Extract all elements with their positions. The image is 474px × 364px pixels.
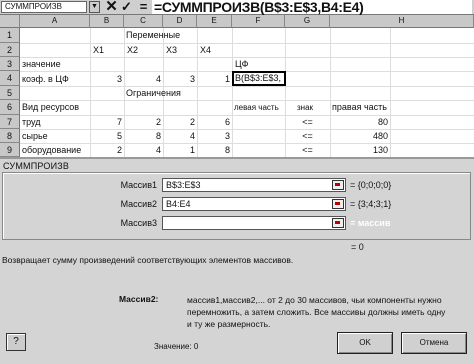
cell-b8[interactable]: 5 (90, 130, 122, 143)
ok-button[interactable]: OK (337, 332, 393, 354)
cell-d7[interactable]: 2 (163, 116, 195, 129)
array2-input[interactable]: B4:E4 (162, 197, 346, 211)
array3-input[interactable] (162, 216, 346, 230)
array2-value: B4:E4 (166, 199, 191, 209)
array1-label: Массив1 (120, 180, 157, 190)
cell-a8[interactable]: сырье (22, 130, 48, 143)
row-header-4[interactable]: 4 (0, 71, 20, 86)
row-header-1[interactable]: 1 (0, 28, 20, 43)
row-header-3[interactable]: 3 (0, 57, 20, 71)
arguments-group: Массив1 B$3:E$3 = {0;0;0;0} Массив2 B4:E… (2, 172, 471, 240)
cell-g8[interactable]: <= (285, 130, 330, 143)
edit-formula-button[interactable]: = (136, 0, 151, 14)
gridline (20, 115, 474, 116)
row-header-6[interactable]: 6 (0, 100, 20, 115)
cell-a3[interactable]: значение (22, 58, 61, 71)
array3-label: Массив3 (120, 218, 157, 228)
cell-e2[interactable]: X4 (200, 44, 211, 57)
col-header-g[interactable]: G (285, 15, 330, 28)
cell-c4[interactable]: 4 (124, 73, 161, 86)
cancel-formula-button[interactable]: ✕ (104, 0, 119, 14)
cell-d4[interactable]: 3 (163, 73, 195, 86)
gridline (390, 28, 391, 157)
name-box[interactable]: СУММПРОИЗВ (1, 1, 87, 13)
col-header-c[interactable]: C (124, 15, 163, 28)
formula-input[interactable]: =СУММПРОИЗВ(B$3:E$3,B4:E4) (152, 0, 472, 14)
cell-c1[interactable]: Переменные (126, 29, 180, 42)
cell-b7[interactable]: 7 (90, 116, 122, 129)
cell-c8[interactable]: 8 (124, 130, 161, 143)
cell-a7[interactable]: труд (22, 116, 40, 129)
cell-h6[interactable]: правая часть (332, 101, 387, 114)
array3-result: = массив (350, 218, 391, 228)
cell-h9[interactable]: 130 (330, 144, 388, 157)
gridline (20, 43, 474, 44)
cell-a9[interactable]: оборудование (22, 144, 81, 157)
collapse-dialog-icon[interactable] (332, 180, 344, 190)
cell-h8[interactable]: 480 (330, 130, 388, 143)
cell-a6[interactable]: Вид ресурсов (22, 101, 79, 114)
collapse-dialog-icon[interactable] (332, 199, 344, 209)
row-header-7[interactable]: 7 (0, 115, 20, 129)
col-header-f[interactable]: F (232, 15, 285, 28)
active-cell-f4[interactable]: В(В$3:Е$3, (232, 71, 286, 86)
formula-result: = 0 (351, 242, 364, 252)
array1-value: B$3:E$3 (166, 180, 201, 190)
array2-result: = {3;4;3;1} (350, 199, 392, 209)
cell-a4[interactable]: коэф. в ЦФ (22, 73, 69, 86)
row-header-2[interactable]: 2 (0, 43, 20, 57)
array1-input[interactable]: B$3:E$3 (162, 178, 346, 192)
cancel-button[interactable]: Отмена (401, 332, 467, 354)
cell-b2[interactable]: X1 (93, 44, 104, 57)
gridline (20, 143, 474, 144)
dialog-title: СУММПРОИЗВ (3, 161, 70, 171)
cell-h7[interactable]: 80 (330, 116, 388, 129)
argument-description: массив1,массив2,... от 2 до 30 массивов,… (187, 295, 446, 329)
cell-d2[interactable]: X3 (166, 44, 177, 57)
cell-b4[interactable]: 3 (90, 73, 122, 86)
cell-e9[interactable]: 8 (197, 144, 230, 157)
row-header-8[interactable]: 8 (0, 129, 20, 143)
cell-c5[interactable]: Ограничения (126, 87, 181, 100)
col-header-b[interactable]: B (90, 15, 124, 28)
cell-c2[interactable]: X2 (127, 44, 138, 57)
row-header-5[interactable]: 5 (0, 86, 20, 100)
help-icon: ? (13, 336, 19, 347)
col-header-a[interactable]: A (20, 15, 90, 28)
cell-f6[interactable]: левая часть (234, 101, 279, 114)
value-label: Значение: 0 (154, 342, 199, 351)
cell-g7[interactable]: <= (285, 116, 330, 129)
cell-f3[interactable]: ЦФ (235, 58, 249, 71)
cell-e7[interactable]: 6 (197, 116, 230, 129)
collapse-dialog-icon[interactable] (332, 218, 344, 228)
col-header-e[interactable]: E (197, 15, 232, 28)
formula-bar: СУММПРОИЗВ ▼ ✕ ✓ = =СУММПРОИЗВ(B$3:E$3,B… (0, 0, 474, 15)
cell-d8[interactable]: 4 (163, 130, 195, 143)
cell-c9[interactable]: 4 (124, 144, 161, 157)
select-all-corner[interactable] (0, 15, 20, 28)
cell-g6[interactable]: знак (297, 101, 313, 114)
cell-b9[interactable]: 2 (90, 144, 122, 157)
function-arguments-dialog: СУММПРОИЗВ Массив1 B$3:E$3 = {0;0;0;0} М… (0, 157, 474, 364)
row-header-9[interactable]: 9 (0, 143, 20, 157)
worksheet-grid: A B C D E F G H 1 2 3 4 5 6 7 8 9 Переме… (0, 15, 474, 157)
cell-e4[interactable]: 1 (197, 73, 230, 86)
function-description: Возвращает сумму произведений соответств… (2, 255, 294, 265)
cell-d9[interactable]: 1 (163, 144, 195, 157)
gridline (20, 86, 474, 87)
gridline (20, 129, 474, 130)
cell-e8[interactable]: 3 (197, 130, 230, 143)
array1-result: = {0;0;0;0} (350, 180, 392, 190)
cell-c7[interactable]: 2 (124, 116, 161, 129)
cell-g9[interactable]: <= (285, 144, 330, 157)
array2-label: Массив2 (120, 199, 157, 209)
help-button[interactable]: ? (6, 333, 26, 351)
argument-name: Массив2: (119, 294, 159, 304)
col-header-h[interactable]: H (330, 15, 474, 28)
gridline (232, 28, 233, 157)
name-box-dropdown-icon[interactable]: ▼ (89, 1, 100, 13)
enter-formula-button[interactable]: ✓ (119, 0, 134, 14)
col-header-d[interactable]: D (163, 15, 197, 28)
